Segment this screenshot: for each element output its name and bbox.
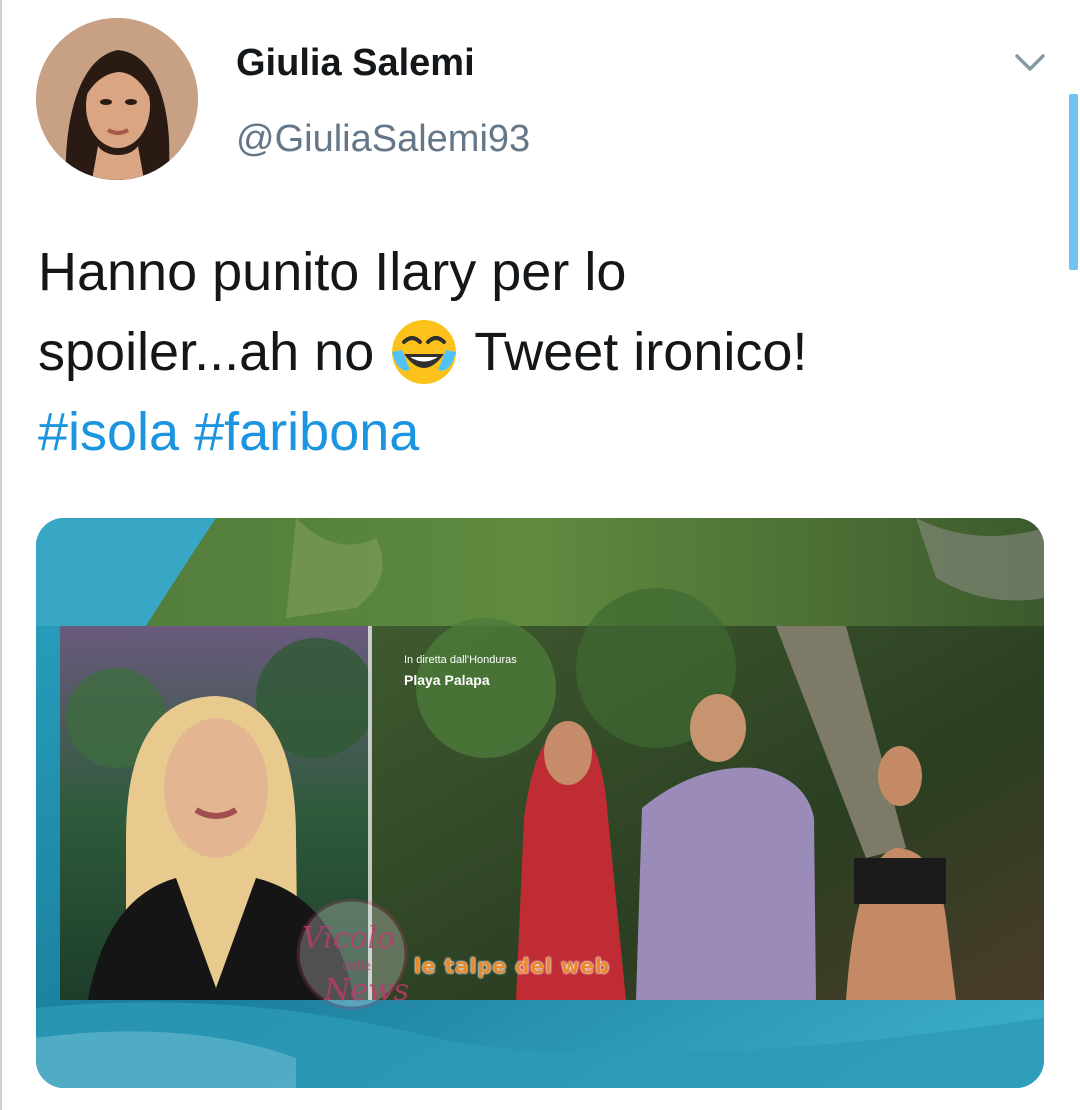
video-caption: In diretta dall'Honduras Playa Palapa [404,650,517,690]
caption-line-2: Playa Palapa [404,672,490,688]
svg-text:delle: delle [342,959,371,973]
hashtag-link[interactable]: #isola [38,402,179,462]
svg-text:News: News [323,973,409,1008]
tweet-hashtags: #isola #faribona [38,392,1038,472]
face-with-tears-of-joy-icon [388,316,460,388]
display-name[interactable]: Giulia Salemi [236,42,475,85]
tweet-text-line-1: Hanno punito Ilary per lo [38,242,627,302]
tweet-text-part: spoiler...ah no [38,322,375,382]
tweet-text-part: Tweet ironico! [474,322,808,382]
hashtag-link[interactable]: #faribona [194,402,419,462]
tweet-text-line-2: spoiler...ah no Tweet ironico! [38,312,1038,392]
avatar[interactable] [36,18,198,180]
tweet-text: Hanno punito Ilary per lo spoiler...ah n… [38,232,1038,472]
tweet-media-image[interactable]: In diretta dall'Honduras Playa Palapa Vi… [36,518,1044,1088]
tweet: Giulia Salemi @GiuliaSalemi93 Hanno puni… [0,0,1080,1110]
caption-line-1: In diretta dall'Honduras [404,654,517,666]
media-scene [36,518,1044,1088]
svg-text:Vicolo: Vicolo [302,921,395,956]
watermark-talpe-text: le talpe del web [414,954,611,978]
watermark-vicolo-logo: Vicolo delle News [262,898,422,1018]
chevron-down-icon[interactable] [1010,46,1050,80]
user-handle[interactable]: @GiuliaSalemi93 [236,118,530,161]
